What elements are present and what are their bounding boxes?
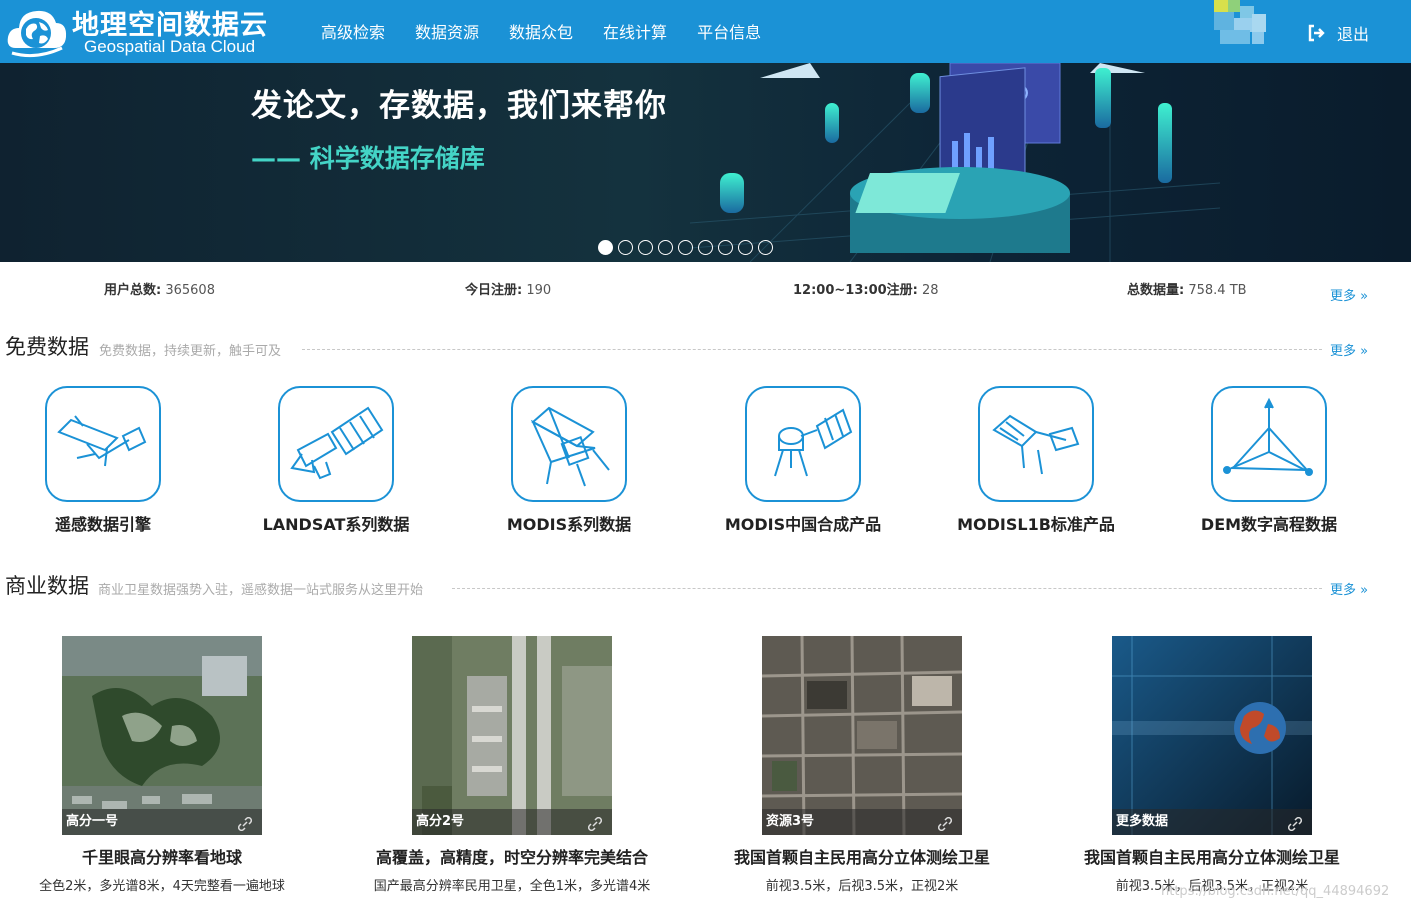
free-data-more-link[interactable]: 更多 » (1330, 340, 1368, 359)
modis-sensor-icon (511, 386, 627, 502)
banner-title: 发论文，存数据，我们来帮你 (251, 88, 667, 124)
commercial-card-zy3-image[interactable]: 资源3号 (762, 636, 962, 835)
section-divider (452, 588, 1322, 589)
landsat-satellite-icon (278, 386, 394, 502)
carousel-indicators (598, 240, 778, 255)
free-item-label: DEM数字高程数据 (1200, 515, 1338, 534)
stat-label: 用户总数: (104, 283, 162, 298)
cloud-globe-logo-icon[interactable] (6, 4, 68, 58)
stat-value: 758.4 TB (1188, 283, 1247, 298)
watermark-text: https://blog.csdn.net/qq_44894692 (1161, 884, 1390, 899)
free-data-title: 免费数据 (5, 335, 89, 359)
carousel-dot-1[interactable] (598, 240, 613, 255)
commercial-card-gf2-title[interactable]: 高覆盖，高精度，时空分辨率完美结合 (352, 844, 672, 868)
free-item-label: MODISL1B标准产品 (957, 515, 1115, 534)
stats-more-link[interactable]: 更多 » (1330, 285, 1368, 304)
logout-icon (1308, 24, 1325, 42)
stat-label: 总数据量: (1127, 283, 1185, 298)
carousel-dot-7[interactable] (718, 240, 733, 255)
stat-value: 190 (526, 283, 552, 298)
more-label: 更多 (1330, 289, 1357, 304)
free-item-label: MODIS中国合成产品 (724, 515, 882, 534)
section-divider (302, 349, 1322, 350)
commercial-card-gf1-title[interactable]: 千里眼高分辨率看地球 (22, 844, 302, 868)
carousel-dot-3[interactable] (638, 240, 653, 255)
more-label: 更多 (1330, 583, 1357, 598)
free-item-label: LANDSAT系列数据 (262, 515, 410, 534)
link-icon (1288, 817, 1302, 831)
commercial-card-gf1-image[interactable]: 高分一号 (62, 636, 262, 835)
site-logo-subtitle[interactable]: Geospatial Data Cloud (84, 37, 255, 57)
stat-total-users: 用户总数: 365608 (104, 279, 215, 298)
nav-online-computing[interactable]: 在线计算 (603, 19, 667, 43)
data-storage-illustration (690, 63, 1220, 262)
link-icon (238, 817, 252, 831)
stat-total-data: 总数据量: 758.4 TB (1127, 279, 1247, 298)
logout-label: 退出 (1337, 25, 1370, 44)
link-icon (938, 817, 952, 831)
stat-label: 12:00~13:00注册: (793, 283, 918, 298)
commercial-card-gf2-image[interactable]: 高分2号 (412, 636, 612, 835)
top-header: 地理空间数据云 Geospatial Data Cloud 高级检索 数据资源 … (0, 0, 1411, 63)
stat-today-registrations: 今日注册: 190 (465, 279, 551, 298)
commercial-card-gf2-desc: 国产最高分辨率民用卫星，全色1米，多光谱4米 (373, 879, 651, 894)
commercial-card-more-image[interactable]: 更多数据 (1112, 636, 1312, 835)
hero-banner[interactable]: 发论文，存数据，我们来帮你 —— 科学数据存储库 (0, 63, 1411, 262)
more-label: 更多 (1330, 344, 1357, 359)
satellite-icon (45, 386, 161, 502)
free-data-desc: 免费数据，持续更新，触手可及 (99, 344, 282, 359)
main-nav: 高级检索 数据资源 数据众包 在线计算 平台信息 (321, 19, 791, 43)
carousel-dot-9[interactable] (758, 240, 773, 255)
commercial-data-desc: 商业卫星数据强势入驻，遥感数据一站式服务从这里开始 (98, 583, 424, 598)
double-chevron-right-icon: » (1356, 289, 1369, 304)
double-chevron-right-icon: » (1356, 583, 1369, 598)
banner-subtitle: —— 科学数据存储库 (251, 144, 485, 173)
logout-button[interactable]: 退出 (1307, 21, 1369, 45)
free-item-label: MODIS系列数据 (506, 515, 632, 534)
carousel-dot-6[interactable] (698, 240, 713, 255)
stat-value: 28 (922, 283, 939, 298)
user-avatar[interactable] (1200, 0, 1276, 46)
free-item-label: 遥感数据引擎 (54, 515, 151, 534)
double-chevron-right-icon: » (1356, 344, 1369, 359)
commercial-card-zy3-desc: 前视3.5米，后视3.5米，正视2米 (765, 879, 959, 894)
link-icon (588, 817, 602, 831)
commercial-data-more-link[interactable]: 更多 » (1330, 579, 1368, 598)
satellite-dish-icon (745, 386, 861, 502)
commercial-card-more-title[interactable]: 我国首颗自主民用高分立体测绘卫星 (1062, 844, 1362, 868)
image-caption: 资源3号 (762, 809, 962, 835)
stat-label: 今日注册: (465, 283, 523, 298)
commercial-card-gf1-desc: 全色2米，多光谱8米，4天完整看一遍地球 (39, 879, 285, 894)
carousel-dot-2[interactable] (618, 240, 633, 255)
image-caption: 更多数据 (1112, 809, 1312, 835)
nav-data-crowdsourcing[interactable]: 数据众包 (509, 19, 573, 43)
nav-platform-info[interactable]: 平台信息 (697, 19, 761, 43)
carousel-dot-5[interactable] (678, 240, 693, 255)
commercial-card-zy3-title[interactable]: 我国首颗自主民用高分立体测绘卫星 (712, 844, 1012, 868)
nav-data-resources[interactable]: 数据资源 (415, 19, 479, 43)
stat-value: 365608 (165, 283, 215, 298)
carousel-dot-8[interactable] (738, 240, 753, 255)
commercial-data-title: 商业数据 (5, 574, 89, 598)
image-caption: 高分2号 (412, 809, 612, 835)
satellite-panel-icon (978, 386, 1094, 502)
image-caption: 高分一号 (62, 809, 262, 835)
nav-advanced-search[interactable]: 高级检索 (321, 19, 385, 43)
dem-axes-icon (1211, 386, 1327, 502)
stat-hourly-registrations: 12:00~13:00注册: 28 (793, 279, 939, 298)
carousel-dot-4[interactable] (658, 240, 673, 255)
